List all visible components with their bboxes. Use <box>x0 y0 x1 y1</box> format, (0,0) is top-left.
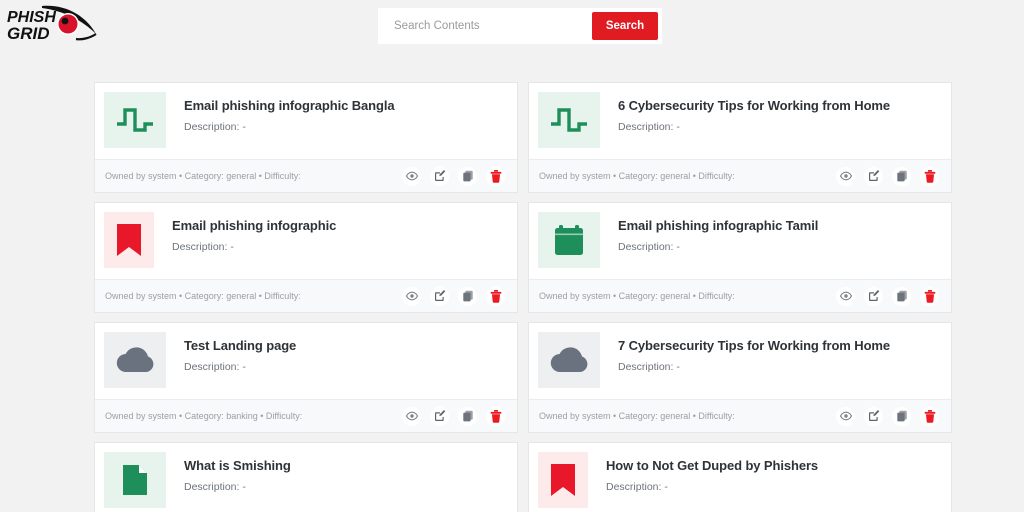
page-header: PHISH GRID Search <box>0 0 1024 46</box>
content-card-grid: Email phishing infographic Bangla Descrip… <box>94 82 952 512</box>
card-description: Description: - <box>618 241 680 253</box>
card-footer: Owned by system • Category: general • Di… <box>529 159 951 192</box>
delete-icon[interactable] <box>486 286 505 306</box>
view-icon[interactable] <box>402 286 421 306</box>
card-text: 6 Cybersecurity Tips for Working from Ho… <box>600 92 890 133</box>
card-text: Test Landing page Description: - <box>166 332 296 373</box>
view-icon[interactable] <box>836 406 855 426</box>
content-card[interactable]: Email phishing infographic Bangla Descrip… <box>94 82 518 193</box>
cloud-icon <box>538 332 600 388</box>
card-body: What is Smishing Description: - <box>95 443 517 512</box>
card-title: Email phishing infographic Tamil <box>618 218 819 233</box>
card-text: What is Smishing Description: - <box>166 452 291 493</box>
delete-icon[interactable] <box>920 166 939 186</box>
edit-icon[interactable] <box>864 286 883 306</box>
card-title: What is Smishing <box>184 458 291 473</box>
card-title: 7 Cybersecurity Tips for Working from Ho… <box>618 338 890 353</box>
document-icon <box>104 452 166 508</box>
content-card[interactable]: Email phishing infographic Description: -… <box>94 202 518 313</box>
card-description: Description: - <box>184 121 246 133</box>
pulse-icon <box>104 92 166 148</box>
pulse-icon <box>538 92 600 148</box>
calendar-icon <box>538 212 600 268</box>
card-footer: Owned by system • Category: banking • Di… <box>95 399 517 432</box>
cloud-icon <box>104 332 166 388</box>
card-meta: Owned by system • Category: general • Di… <box>539 411 735 421</box>
card-description: Description: - <box>172 241 234 253</box>
card-description: Description: - <box>618 361 680 373</box>
search-button[interactable]: Search <box>592 12 658 40</box>
card-meta: Owned by system • Category: banking • Di… <box>105 411 303 421</box>
logo-text-line2: GRID <box>7 24 50 43</box>
bookmark-icon <box>538 452 588 508</box>
content-card[interactable]: How to Not Get Duped by Phishers Descript… <box>528 442 952 512</box>
edit-icon[interactable] <box>864 406 883 426</box>
content-card[interactable]: 7 Cybersecurity Tips for Working from Ho… <box>528 322 952 433</box>
delete-icon[interactable] <box>920 406 939 426</box>
edit-icon[interactable] <box>430 286 449 306</box>
card-meta: Owned by system • Category: general • Di… <box>105 291 301 301</box>
search-input[interactable] <box>382 12 592 40</box>
card-description: Description: - <box>184 361 246 373</box>
card-meta: Owned by system • Category: general • Di… <box>539 171 735 181</box>
card-text: Email phishing infographic Bangla Descrip… <box>166 92 395 133</box>
view-icon[interactable] <box>402 406 421 426</box>
card-text: 7 Cybersecurity Tips for Working from Ho… <box>600 332 890 373</box>
card-meta: Owned by system • Category: general • Di… <box>539 291 735 301</box>
card-meta: Owned by system • Category: general • Di… <box>105 171 301 181</box>
results-bar: 60 result(s) found Add awareness content <box>0 46 1024 118</box>
content-card[interactable]: 6 Cybersecurity Tips for Working from Ho… <box>528 82 952 193</box>
view-icon[interactable] <box>836 166 855 186</box>
card-body: 7 Cybersecurity Tips for Working from Ho… <box>529 323 951 399</box>
copy-icon[interactable] <box>892 286 911 306</box>
copy-icon[interactable] <box>458 406 477 426</box>
card-description: Description: - <box>606 481 668 493</box>
delete-icon[interactable] <box>486 166 505 186</box>
edit-icon[interactable] <box>430 406 449 426</box>
content-card[interactable]: Test Landing page Description: - Owned by … <box>94 322 518 433</box>
card-body: Email phishing infographic Bangla Descrip… <box>95 83 517 159</box>
card-body: Email phishing infographic Description: - <box>95 203 517 279</box>
awareness-content-page: PHISH GRID Search 60 result(s) found Add… <box>0 0 1024 512</box>
card-actions <box>402 406 505 426</box>
card-actions <box>836 286 939 306</box>
card-actions <box>836 166 939 186</box>
copy-icon[interactable] <box>892 166 911 186</box>
card-title: Test Landing page <box>184 338 297 353</box>
card-title: Email phishing infographic Bangla <box>184 98 395 113</box>
delete-icon[interactable] <box>486 406 505 426</box>
card-title: How to Not Get Duped by Phishers <box>606 458 819 473</box>
edit-icon[interactable] <box>864 166 883 186</box>
bookmark-icon <box>104 212 154 268</box>
copy-icon[interactable] <box>892 406 911 426</box>
search-bar: Search <box>378 8 662 44</box>
card-text: Email phishing infographic Description: - <box>154 212 336 253</box>
card-actions <box>402 166 505 186</box>
card-text: How to Not Get Duped by Phishers Descript… <box>588 452 818 493</box>
card-description: Description: - <box>618 121 680 133</box>
card-footer: Owned by system • Category: general • Di… <box>529 399 951 432</box>
copy-icon[interactable] <box>458 166 477 186</box>
card-body: How to Not Get Duped by Phishers Descript… <box>529 443 951 512</box>
card-text: Email phishing infographic Tamil Descript… <box>600 212 818 253</box>
delete-icon[interactable] <box>920 286 939 306</box>
card-actions <box>402 286 505 306</box>
copy-icon[interactable] <box>458 286 477 306</box>
content-card[interactable]: What is SmishingDescription: -Owned by s… <box>94 442 518 512</box>
card-footer: Owned by system • Category: general • Di… <box>529 279 951 312</box>
phishgrid-logo[interactable]: PHISH GRID <box>4 2 108 46</box>
card-title: Email phishing infographic <box>172 218 337 233</box>
card-footer: Owned by system • Category: general • Di… <box>95 279 517 312</box>
card-title: 6 Cybersecurity Tips for Working from Ho… <box>618 98 890 113</box>
card-body: Email phishing infographic Tamil Descript… <box>529 203 951 279</box>
edit-icon[interactable] <box>430 166 449 186</box>
card-footer: Owned by system • Category: general • Di… <box>95 159 517 192</box>
view-icon[interactable] <box>836 286 855 306</box>
card-description: Description: - <box>184 481 246 493</box>
view-icon[interactable] <box>402 166 421 186</box>
content-card[interactable]: Email phishing infographic Tamil Descript… <box>528 202 952 313</box>
card-body: Test Landing page Description: - <box>95 323 517 399</box>
card-body: 6 Cybersecurity Tips for Working from Ho… <box>529 83 951 159</box>
card-actions <box>836 406 939 426</box>
